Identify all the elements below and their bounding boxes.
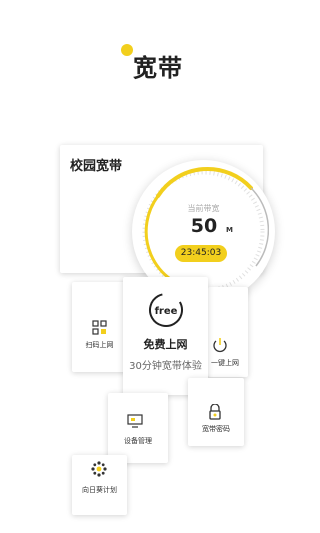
password-label: 宽带密码 (202, 425, 230, 433)
plan-label: 向日葵计划 (82, 486, 117, 494)
lock-icon (209, 404, 221, 420)
bandwidth-value: 50 (190, 215, 218, 237)
device-card[interactable]: 设备管理 (108, 393, 168, 463)
free-title: 免费上网 (143, 338, 188, 351)
online-card[interactable]: 扫码上网 (72, 282, 127, 372)
free-subtitle: 30分钟宽带体验 (129, 361, 202, 372)
sunflower-plan-card[interactable]: 向日葵计划 (72, 455, 127, 515)
bandwidth-label: 当前带宽 (187, 204, 220, 213)
onekey-label: 一键上网 (211, 359, 239, 367)
password-card[interactable]: 宽带密码 (188, 378, 244, 446)
sunflower-icon (91, 461, 107, 477)
qr-grid-icon (92, 320, 107, 335)
logo-dot-icon (121, 44, 133, 56)
monitor-icon (127, 414, 143, 428)
bandwidth-unit: M (226, 226, 233, 234)
free-icon-text: free (155, 306, 178, 317)
online-label: 扫码上网 (85, 341, 114, 349)
power-icon (213, 338, 227, 353)
app-logo: 宽带 (121, 40, 191, 82)
app-title: 宽带 (133, 54, 183, 82)
broadband-card-title: 校园宽带 (70, 159, 123, 174)
free-icon: free (149, 293, 183, 327)
session-timer: 23:45:03 (175, 245, 227, 262)
onekey-card[interactable]: 一键上网 (208, 287, 248, 377)
device-label: 设备管理 (124, 437, 152, 445)
